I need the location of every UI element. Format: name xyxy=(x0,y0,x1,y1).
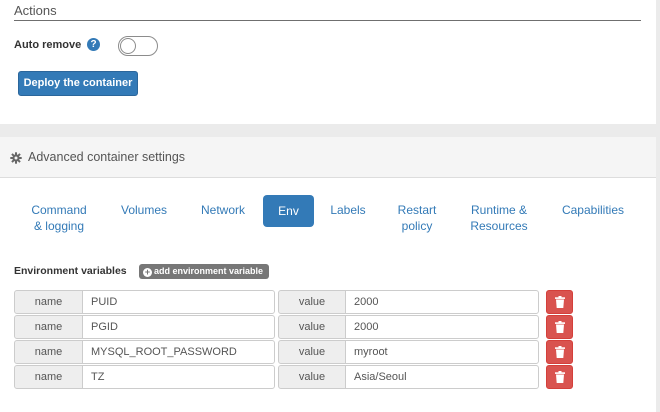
remove-env-var-button[interactable] xyxy=(546,315,573,339)
tab-env[interactable]: Env xyxy=(263,195,314,227)
cog-icon xyxy=(10,152,22,164)
trash-icon xyxy=(555,371,565,383)
tab-label: Network xyxy=(200,203,245,217)
value-addon: value xyxy=(278,315,346,339)
tab-label: Capabilities xyxy=(561,203,625,217)
trash-icon xyxy=(555,321,565,333)
advanced-settings-title: Advanced container settings xyxy=(28,150,186,164)
add-environment-variable-button[interactable]: + add environment variable xyxy=(139,264,269,279)
actions-divider xyxy=(14,20,641,21)
tab-runtime-resources[interactable]: Runtime & Resources xyxy=(461,202,537,234)
env-value-input[interactable]: 2000 xyxy=(345,290,539,314)
remove-env-var-button[interactable] xyxy=(546,290,573,314)
advanced-settings-header: Advanced container settings xyxy=(0,137,656,178)
add-env-label: add environment variable xyxy=(154,266,264,276)
tab-label: Env xyxy=(278,204,299,218)
env-var-row: name PUID value 2000 xyxy=(14,290,574,314)
environment-variables-label: Environment variables xyxy=(14,265,127,277)
env-value-input[interactable]: myroot xyxy=(345,340,539,364)
env-value-input[interactable]: 2000 xyxy=(345,315,539,339)
env-name-input[interactable]: TZ xyxy=(82,365,275,389)
tab-label-line2: & logging xyxy=(33,219,85,233)
tab-label-line1: Command xyxy=(31,203,87,217)
tab-label-line2: Resources xyxy=(470,219,528,233)
name-addon: name xyxy=(14,340,83,364)
value-addon: value xyxy=(278,290,346,314)
tab-labels[interactable]: Labels xyxy=(324,202,372,218)
deploy-container-button[interactable]: Deploy the container xyxy=(18,71,138,96)
tab-network[interactable]: Network xyxy=(192,202,254,218)
remove-env-var-button[interactable] xyxy=(546,340,573,364)
env-name-input[interactable]: PGID xyxy=(82,315,275,339)
toggle-knob xyxy=(120,38,136,54)
env-var-row: name PGID value 2000 xyxy=(14,315,574,339)
question-circle-icon[interactable]: ? xyxy=(87,38,100,51)
name-addon: name xyxy=(14,315,83,339)
actions-title: Actions xyxy=(14,3,57,18)
env-value-input[interactable]: Asia/Seoul xyxy=(345,365,539,389)
auto-remove-label: Auto remove xyxy=(14,39,82,51)
tab-label-line2: policy xyxy=(401,219,433,233)
name-addon: name xyxy=(14,290,83,314)
tab-label-line1: Runtime & xyxy=(470,203,528,217)
env-name-input[interactable]: MYSQL_ROOT_PASSWORD xyxy=(82,340,275,364)
tab-restart-policy[interactable]: Restart policy xyxy=(388,202,446,234)
name-addon: name xyxy=(14,365,83,389)
trash-icon xyxy=(555,346,565,358)
env-name-input[interactable]: PUID xyxy=(82,290,275,314)
tab-capabilities[interactable]: Capabilities xyxy=(554,202,632,218)
env-var-row: name TZ value Asia/Seoul xyxy=(14,365,574,389)
tab-command-logging[interactable]: Command & logging xyxy=(24,202,94,234)
actions-panel: Actions Auto remove ? Deploy the contain… xyxy=(0,0,656,124)
auto-remove-toggle[interactable] xyxy=(118,36,158,56)
tab-label: Labels xyxy=(330,203,366,217)
trash-icon xyxy=(555,296,565,308)
plus-circle-icon: + xyxy=(143,267,152,277)
env-var-row: name MYSQL_ROOT_PASSWORD value myroot xyxy=(14,340,574,364)
advanced-settings-panel: Advanced container settings Command & lo… xyxy=(0,137,656,412)
tab-label: Volumes xyxy=(120,203,168,217)
tab-volumes[interactable]: Volumes xyxy=(112,202,176,218)
value-addon: value xyxy=(278,340,346,364)
remove-env-var-button[interactable] xyxy=(546,365,573,389)
value-addon: value xyxy=(278,365,346,389)
tab-label-line1: Restart xyxy=(397,203,437,217)
